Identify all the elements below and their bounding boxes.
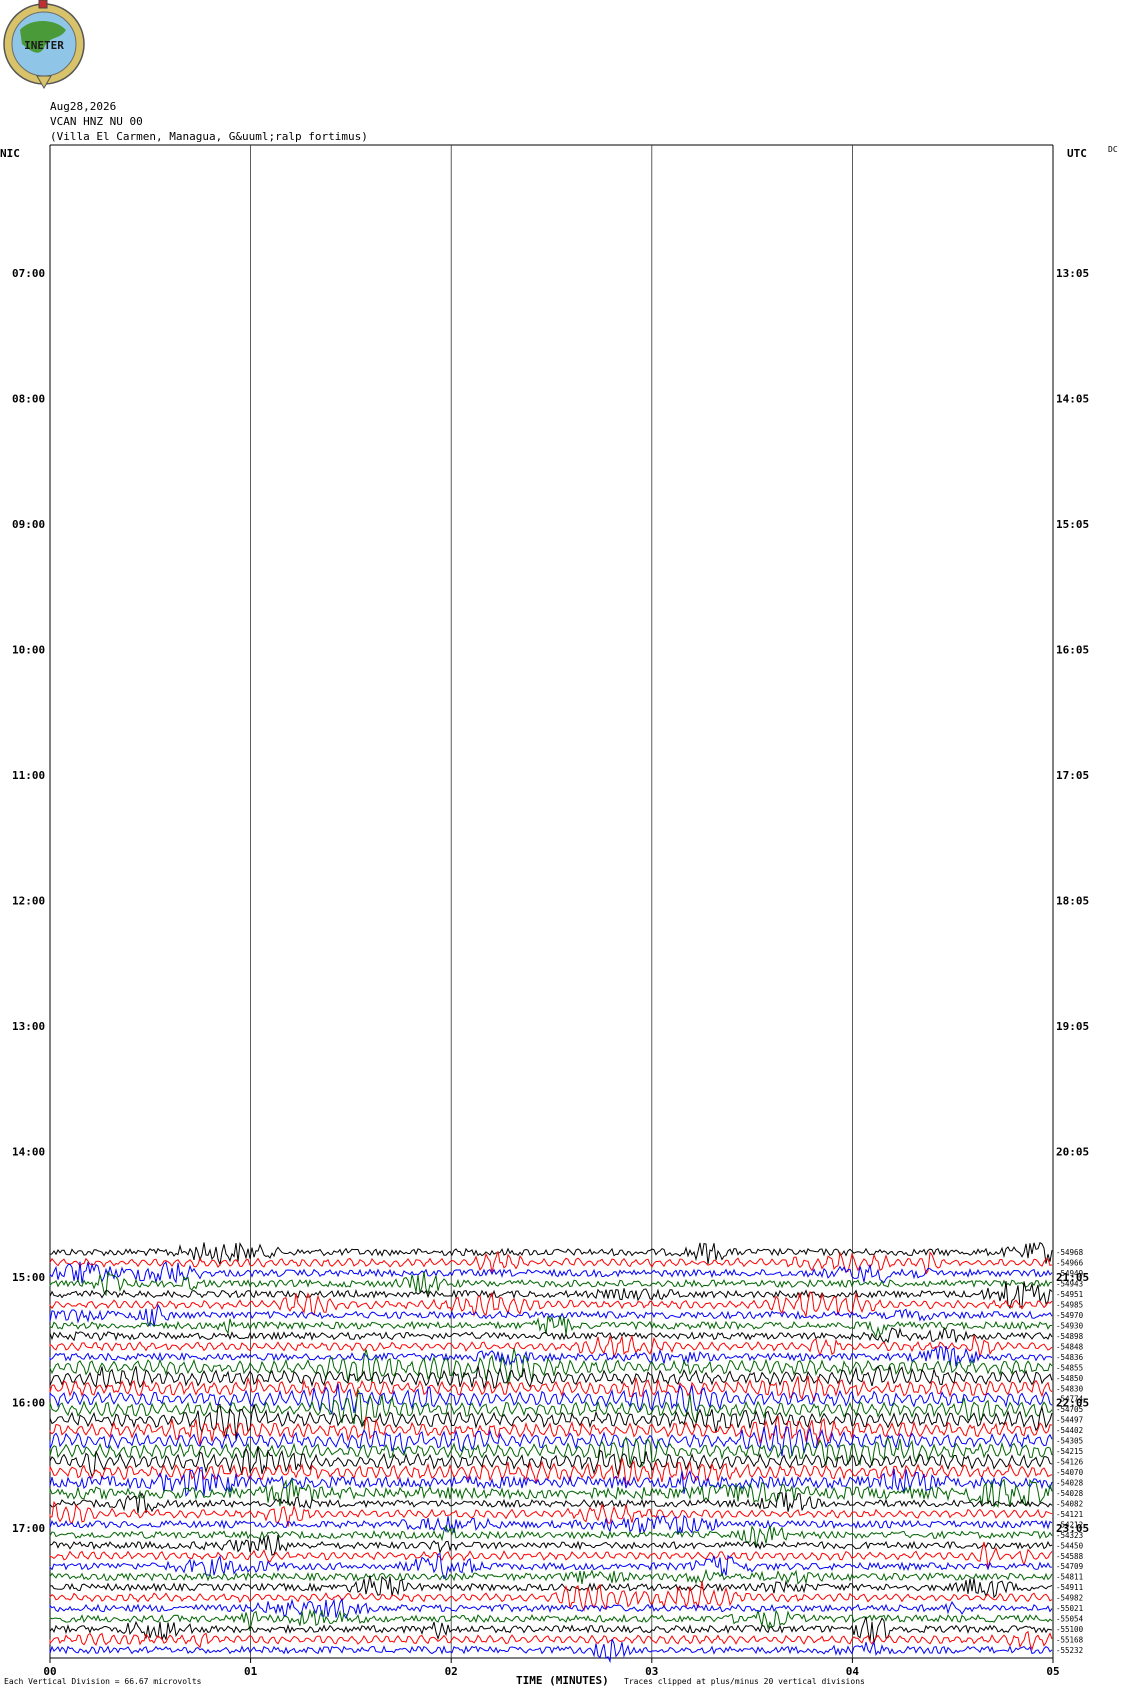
dc-offset-label: -54848 xyxy=(1056,1342,1084,1351)
left-time-tick: 07:00 xyxy=(12,267,45,280)
dc-offset-label: -54497 xyxy=(1056,1416,1083,1425)
right-time-tick: 15:05 xyxy=(1056,518,1089,531)
left-time-tick: 12:00 xyxy=(12,895,45,908)
header-date: Aug28,2026 xyxy=(50,100,116,113)
seismic-trace-17 xyxy=(49,1403,1053,1440)
dc-offset-label: -55168 xyxy=(1056,1636,1084,1645)
dc-offset-label: -54082 xyxy=(1056,1499,1083,1508)
right-time-tick: 19:05 xyxy=(1056,1020,1089,1033)
x-axis-label: TIME (MINUTES) xyxy=(516,1674,609,1687)
right-time-tick: 21:05 xyxy=(1056,1271,1089,1284)
right-time-tick: 23:05 xyxy=(1056,1522,1089,1535)
dc-offset-label: -54855 xyxy=(1056,1363,1083,1372)
dc-offset-label: -54911 xyxy=(1056,1583,1083,1592)
dc-offset-label: -54951 xyxy=(1056,1290,1083,1299)
trace-group xyxy=(49,1241,1053,1664)
dc-offset-label: -55021 xyxy=(1056,1604,1083,1613)
dc-offset-label: -55100 xyxy=(1056,1625,1084,1634)
seismic-trace-22 xyxy=(49,1457,1053,1485)
right-timezone-label: UTC xyxy=(1067,147,1087,160)
right-time-tick: 20:05 xyxy=(1056,1146,1089,1159)
dc-offset-label: -54836 xyxy=(1056,1353,1084,1362)
dc-offset-label: -54830 xyxy=(1056,1384,1084,1393)
x-tick-label: 01 xyxy=(244,1665,258,1678)
left-timezone-label: NIC xyxy=(0,147,20,160)
dc-offset-label: -54588 xyxy=(1056,1552,1084,1561)
dc-offset-label: -54970 xyxy=(1056,1311,1084,1320)
dc-offset-label: -54982 xyxy=(1056,1594,1083,1603)
right-time-tick: 14:05 xyxy=(1056,393,1089,406)
dc-offset-labels: -54968-54966-54949-54943-54951-54985-549… xyxy=(1056,1248,1084,1655)
left-time-tick: 13:00 xyxy=(12,1020,45,1033)
dc-offset-label: -54028 xyxy=(1056,1489,1084,1498)
clip-note: Traces clipped at plus/minus 20 vertical… xyxy=(624,1677,865,1686)
dc-offset-label: -54450 xyxy=(1056,1541,1084,1550)
seismic-trace-35 xyxy=(49,1597,1053,1620)
seismic-trace-38 xyxy=(49,1630,1053,1651)
dc-label: DC xyxy=(1108,145,1118,154)
dc-offset-label: -54126 xyxy=(1056,1458,1084,1467)
scale-note: Each Vertical Division = 66.67 microvolt… xyxy=(4,1677,202,1686)
seismic-trace-25 xyxy=(49,1492,1053,1514)
right-time-tick: 18:05 xyxy=(1056,895,1089,908)
dc-offset-label: -54028 xyxy=(1056,1478,1084,1487)
dc-offset-label: -54709 xyxy=(1056,1562,1083,1571)
seismic-trace-1 xyxy=(49,1241,1053,1267)
left-time-tick: 11:00 xyxy=(12,769,45,782)
dc-offset-label: -54850 xyxy=(1056,1374,1084,1383)
left-time-tick: 15:00 xyxy=(12,1271,45,1284)
seismic-trace-32 xyxy=(49,1568,1053,1585)
dc-offset-label: -54898 xyxy=(1056,1332,1084,1341)
right-time-tick: 22:05 xyxy=(1056,1397,1089,1410)
x-tick-label: 02 xyxy=(445,1665,458,1678)
left-time-tick: 08:00 xyxy=(12,393,45,406)
left-time-tick: 09:00 xyxy=(12,518,45,531)
left-time-tick: 16:00 xyxy=(12,1397,45,1410)
seismogram-chart: Aug28,2026 VCAN HNZ NU 00 (Villa El Carm… xyxy=(0,100,1118,1687)
seismic-trace-9 xyxy=(49,1327,1053,1344)
right-time-tick: 16:05 xyxy=(1056,644,1089,657)
dc-offset-label: -54811 xyxy=(1056,1573,1083,1582)
dc-offset-label: -54966 xyxy=(1056,1259,1084,1268)
dc-offset-label: -54070 xyxy=(1056,1468,1084,1477)
right-time-tick: 17:05 xyxy=(1056,769,1089,782)
left-time-ticks: 07:00 08:00 09:00 10:00 11:00 12:00 13:00 14:00… xyxy=(12,267,45,1535)
dc-offset-label: -54305 xyxy=(1056,1437,1083,1446)
dc-offset-label: -54215 xyxy=(1056,1447,1083,1456)
dc-offset-label: -55054 xyxy=(1056,1615,1084,1624)
left-time-tick: 10:00 xyxy=(12,644,45,657)
dc-offset-label: -54121 xyxy=(1056,1510,1083,1519)
left-time-tick: 14:00 xyxy=(12,1146,45,1159)
header-station: VCAN HNZ NU 00 xyxy=(50,115,143,128)
x-tick-label: 05 xyxy=(1046,1665,1059,1678)
dc-offset-label: -54930 xyxy=(1056,1321,1084,1330)
dc-offset-label: -55232 xyxy=(1056,1646,1083,1655)
seismic-trace-13 xyxy=(49,1365,1053,1390)
left-time-tick: 17:00 xyxy=(12,1522,45,1535)
right-time-tick: 13:05 xyxy=(1056,267,1089,280)
dc-offset-label: -54402 xyxy=(1056,1426,1083,1435)
header-location: (Villa El Carmen, Managua, G&uuml;ralp f… xyxy=(50,130,368,143)
dc-offset-label: -54985 xyxy=(1056,1301,1083,1310)
dc-offset-label: -54968 xyxy=(1056,1248,1084,1257)
